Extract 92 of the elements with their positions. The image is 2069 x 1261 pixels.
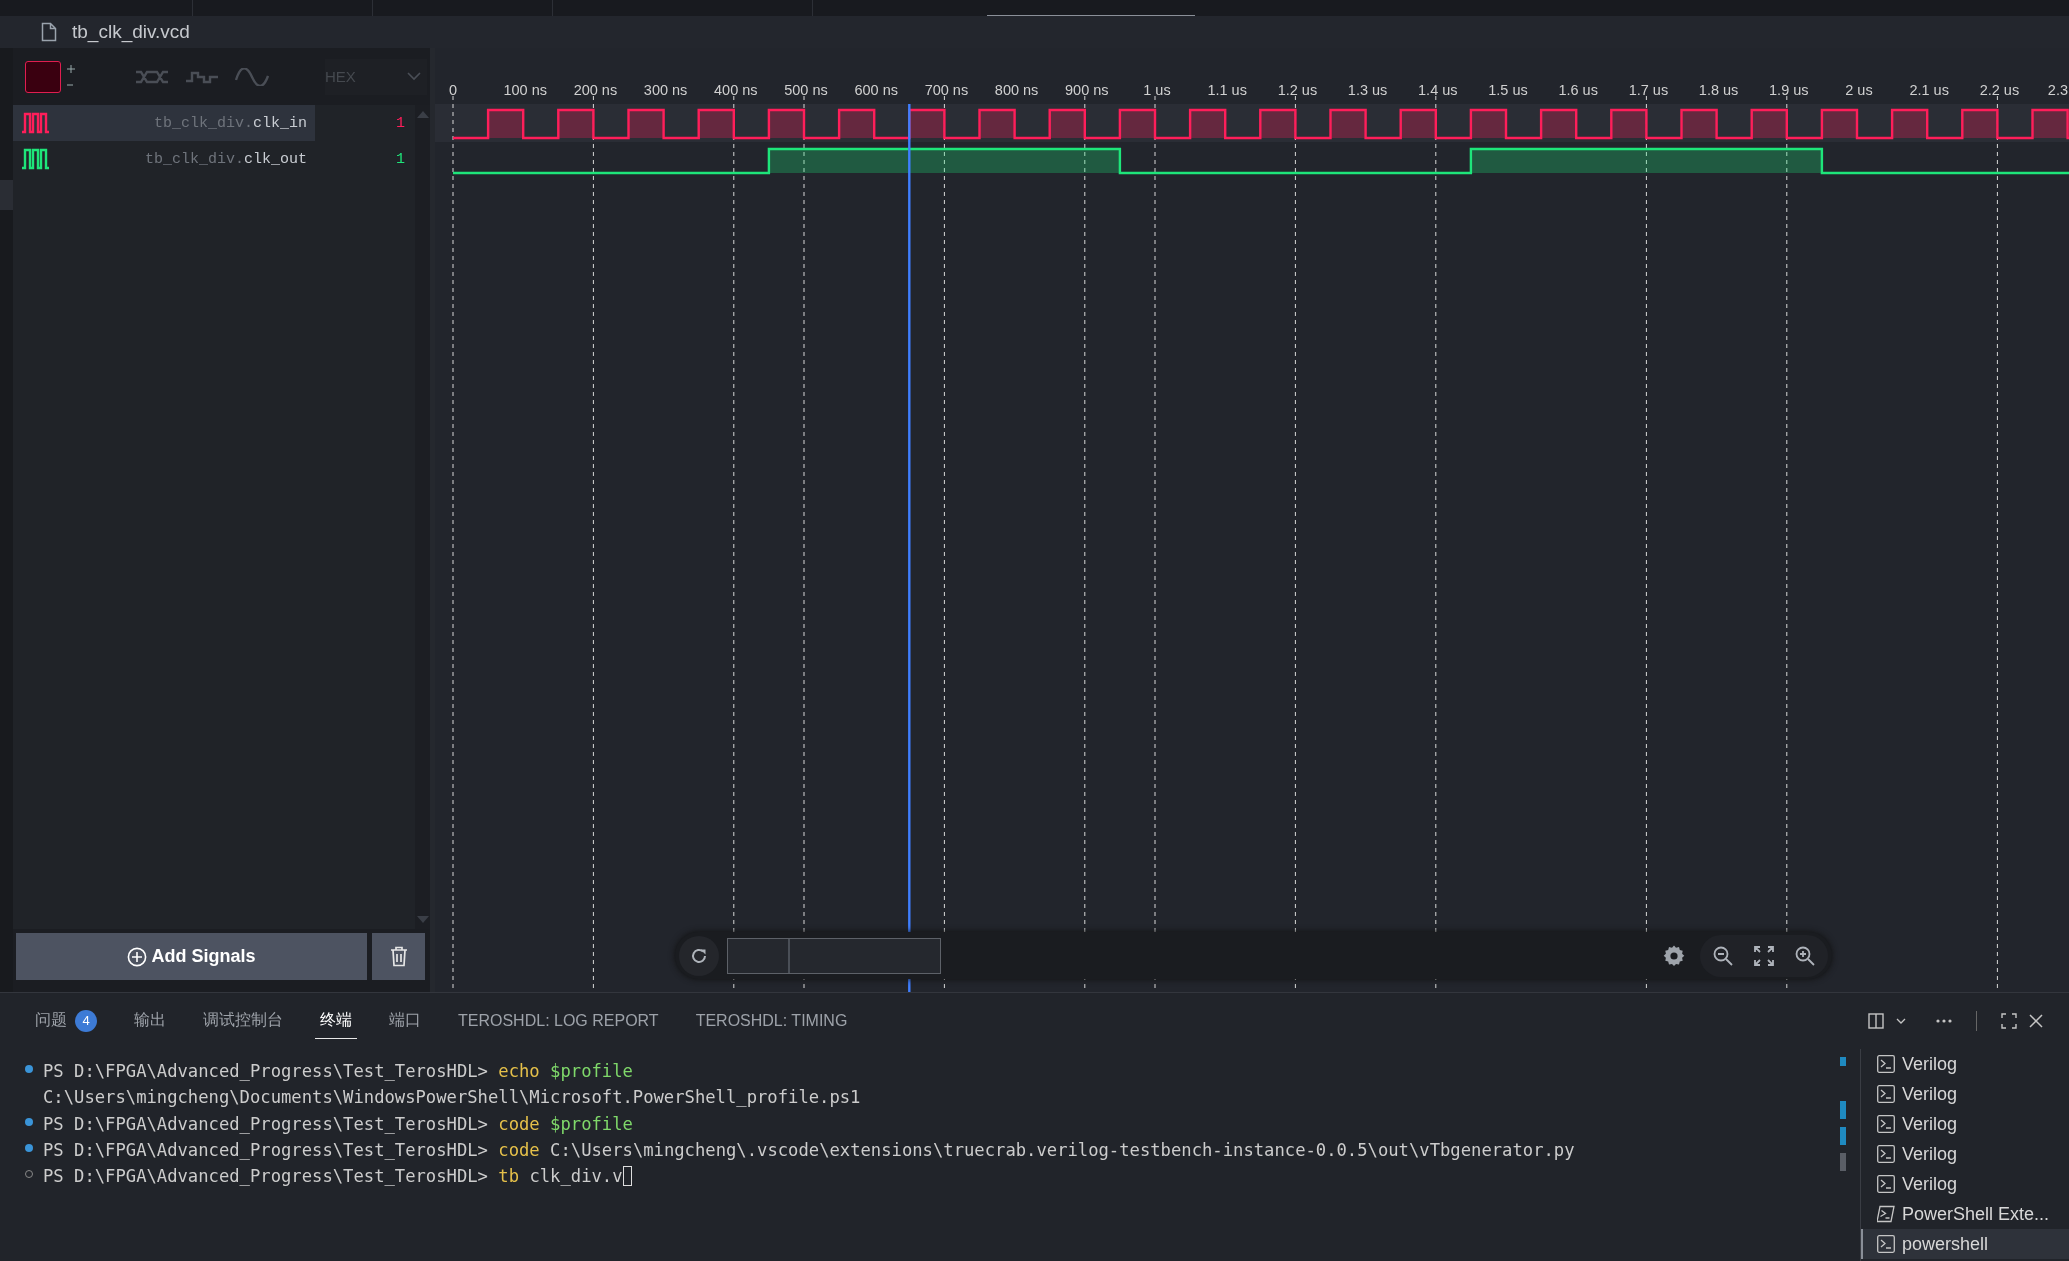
time-label: 1.5 us — [1488, 82, 1528, 98]
terminal-icon — [1877, 1115, 1895, 1133]
time-label: 700 ns — [924, 82, 969, 98]
trash-icon — [389, 946, 408, 967]
time-label: 1.1 us — [1207, 82, 1247, 98]
terminal-item[interactable]: Verilog — [1861, 1139, 2069, 1169]
time-label: 300 ns — [643, 82, 688, 98]
color-swatch[interactable] — [25, 60, 61, 93]
panel-tab[interactable]: 端口 — [384, 1003, 426, 1039]
scrollbar-marker — [1840, 1127, 1846, 1145]
terminal-line: PS D:\FPGA\Advanced_Progress\Test_TerosHDL> code C:\Users\mingcheng\.vscode\extensions\truecrab.verilog-testbench-instance-0.0.5\out\vTbgenerator.py — [43, 1140, 1575, 1161]
panel-tab[interactable]: TEROSHDL: LOG REPORT — [453, 1003, 664, 1039]
terminal-icon — [1877, 1235, 1895, 1253]
time-label: 800 ns — [994, 82, 1039, 98]
chevron-icon — [407, 72, 421, 81]
time-label: 2.1 us — [1909, 82, 1949, 98]
time-label: 400 ns — [714, 82, 758, 98]
terminal-icon — [1877, 1145, 1895, 1163]
terminal-item[interactable]: Verilog — [1861, 1079, 2069, 1109]
terminal-item[interactable]: powershell — [1861, 1229, 2069, 1259]
terminal-icon — [1877, 1085, 1895, 1103]
zoom-in-icon[interactable] — [1794, 944, 1816, 967]
more-icon[interactable] — [1936, 1019, 1952, 1023]
terminal-icon — [1877, 1175, 1895, 1193]
terminal-item[interactable]: Verilog — [1861, 1169, 2069, 1199]
add-signals-button[interactable]: Add Signals — [16, 933, 367, 980]
signal-row[interactable]: tb_clk_div.clk_out — [13, 141, 315, 177]
panel-tab[interactable]: TEROSHDL: TIMING — [690, 1003, 853, 1039]
maximize-icon[interactable] — [2001, 1013, 2017, 1029]
signal-name: tb_clk_div.clk_out — [144, 150, 307, 168]
panel-tab[interactable]: 调试控制台 — [198, 1003, 288, 1039]
settings-icon[interactable] — [1662, 943, 1686, 968]
time-label: 1.4 us — [1418, 82, 1458, 98]
time-label: 2.2 us — [1979, 82, 2020, 98]
time-label: 1.6 us — [1558, 82, 1598, 98]
time-label: 2 us — [1845, 82, 1873, 98]
terminal-line: PS D:\FPGA\Advanced_Progress\Test_TerosHDL> echo $profile — [43, 1061, 633, 1082]
count-badge: 4 — [75, 1009, 97, 1032]
terminal-line: PS D:\FPGA\Advanced_Progress\Test_TerosHDL> code $profile — [43, 1113, 633, 1134]
terminal-name: Verilog — [1902, 1083, 1958, 1105]
time-label: 200 ns — [573, 82, 618, 98]
split-icon[interactable] — [1868, 1013, 1884, 1029]
time-label: 1.2 us — [1277, 82, 1318, 98]
terminal-icon — [1877, 1055, 1895, 1073]
fit-icon[interactable] — [1753, 944, 1775, 967]
scrollbar-marker — [1840, 1101, 1846, 1119]
terminal-item[interactable]: PowerShell Exte... — [1861, 1199, 2069, 1229]
timeline-scrubber[interactable] — [727, 937, 941, 974]
signal-row[interactable]: tb_clk_div.clk_in — [13, 105, 315, 141]
terminal-item[interactable]: Verilog — [1861, 1049, 2069, 1079]
terminal-line: C:\Users\mingcheng\Documents\WindowsPowerShell\Microsoft.PowerShell_profile.ps1 — [43, 1087, 861, 1108]
time-label: 1.8 us — [1698, 82, 1739, 98]
powershell-icon — [1877, 1205, 1895, 1223]
file-name: tb_clk_div.vcd — [72, 21, 190, 43]
time-label: 1 us — [1143, 82, 1171, 98]
scrollbar-thumb[interactable] — [1840, 1153, 1846, 1171]
close-icon[interactable] — [2029, 1014, 2043, 1028]
scrollbar-marker — [1840, 1057, 1846, 1066]
time-label: 0 — [448, 82, 458, 98]
chevron-down-icon[interactable] — [1896, 1018, 1906, 1024]
status-dot — [24, 1117, 33, 1126]
terminal-name: PowerShell Exte... — [1902, 1203, 2050, 1225]
zoom-out-icon[interactable] — [1712, 944, 1734, 967]
plus-icon[interactable] — [67, 64, 75, 73]
time-label: 500 ns — [784, 82, 828, 98]
time-label: 1.7 us — [1628, 82, 1669, 98]
terminal-name: Verilog — [1902, 1113, 1958, 1135]
terminal-name: Verilog — [1902, 1053, 1958, 1075]
delete-button[interactable] — [372, 933, 425, 980]
panel-tab[interactable]: 输出 — [129, 1003, 171, 1039]
time-label: 1.9 us — [1769, 82, 1809, 98]
terminal-name: powershell — [1902, 1233, 1989, 1255]
cursor-line[interactable] — [908, 104, 911, 992]
status-dot — [24, 1065, 33, 1074]
signal-value: 1 — [396, 150, 405, 168]
time-label: 1.3 us — [1347, 82, 1388, 98]
refresh-button[interactable] — [679, 935, 719, 976]
panel-tab[interactable]: 问题 4 — [30, 1003, 102, 1039]
status-dot — [24, 1144, 33, 1153]
time-label: 600 ns — [854, 82, 898, 98]
plus-circle-icon — [127, 946, 148, 967]
terminal-item[interactable]: Verilog — [1861, 1109, 2069, 1139]
time-label: 100 ns — [503, 82, 547, 98]
signal-name: tb_clk_div.clk_in — [153, 114, 307, 132]
time-label: 2.3 — [2047, 82, 2068, 98]
file-icon — [41, 22, 57, 42]
signal-value: 1 — [396, 114, 405, 132]
panel-tab[interactable]: 终端 — [315, 1003, 357, 1039]
terminal-name: Verilog — [1902, 1173, 1958, 1195]
terminal-name: Verilog — [1902, 1143, 1958, 1165]
time-label: 900 ns — [1065, 82, 1109, 98]
terminal-line: PS D:\FPGA\Advanced_Progress\Test_TerosHDL> tb clk_div.v — [43, 1166, 623, 1187]
